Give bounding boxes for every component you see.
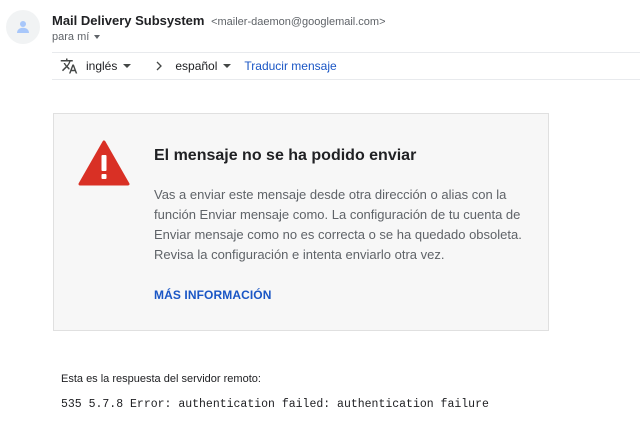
- error-title: El mensaje no se ha podido enviar: [154, 147, 417, 164]
- caret-down-icon: [123, 64, 132, 68]
- delivery-error-card: El mensaje no se ha podido enviar Vas a …: [53, 113, 549, 331]
- chevron-right-icon: [153, 60, 165, 72]
- server-response-label: Esta es la respuesta del servidor remoto…: [61, 373, 261, 385]
- translate-bar: inglés español Traducir mensaje: [52, 52, 640, 80]
- sender-name[interactable]: Mail Delivery Subsystem: [52, 13, 204, 28]
- caret-down-icon: [94, 35, 101, 39]
- warning-icon: [78, 140, 130, 186]
- recipient-details-toggle[interactable]: para mí: [52, 31, 101, 43]
- caret-down-icon: [223, 64, 232, 68]
- target-language-label: español: [175, 59, 218, 73]
- error-description: Vas a enviar este mensaje desde otra dir…: [154, 187, 522, 262]
- translate-icon: [60, 57, 78, 75]
- target-language-select[interactable]: español: [175, 59, 232, 73]
- recipient-label: para mí: [52, 31, 90, 43]
- more-info-link[interactable]: MÁS INFORMACIÓN: [154, 288, 272, 302]
- email-view: Mail Delivery Subsystem <mailer-daemon@g…: [0, 0, 640, 442]
- person-icon: [17, 21, 29, 33]
- sender-email: <mailer-daemon@googlemail.com>: [211, 16, 386, 28]
- source-language-select[interactable]: inglés: [86, 59, 132, 73]
- source-language-label: inglés: [86, 59, 118, 73]
- sender-avatar[interactable]: [6, 10, 40, 44]
- translate-message-link[interactable]: Traducir mensaje: [244, 59, 336, 73]
- server-response-code: 535 5.7.8 Error: authentication failed: …: [61, 398, 489, 411]
- sender-line: Mail Delivery Subsystem <mailer-daemon@g…: [52, 13, 386, 28]
